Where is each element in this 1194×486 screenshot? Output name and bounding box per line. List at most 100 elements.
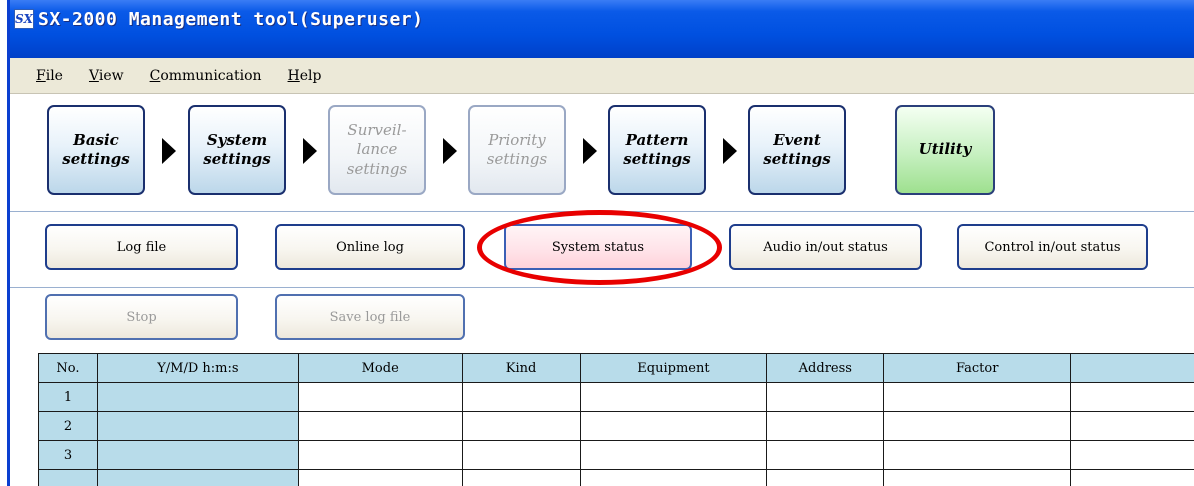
column-header-extra[interactable]: [1070, 353, 1194, 383]
cell-extra: [1070, 469, 1194, 486]
control-status-button[interactable]: Control in/out status: [957, 224, 1148, 270]
cell-address: [766, 411, 885, 441]
arrow-right-icon: [303, 138, 317, 164]
cell-factor: [883, 411, 1072, 441]
arrow-right-icon: [583, 138, 597, 164]
step-pattern-line2: settings: [623, 150, 691, 168]
step-basic-line2: settings: [62, 150, 130, 168]
cell-address: [766, 440, 885, 470]
title-bar[interactable]: SX SX-2000 Management tool(Superuser): [10, 0, 1194, 58]
step-priority-line1: Priority: [488, 130, 546, 149]
step-pattern-settings[interactable]: Pattern settings: [608, 105, 706, 195]
workflow-steps: Basic settings System settings Surveil-lan…: [10, 95, 1194, 212]
step-basic-line1: Basic: [73, 130, 119, 149]
app-logo-icon: SX: [14, 9, 34, 29]
step-utility[interactable]: Utility: [895, 105, 995, 195]
cell-factor: [883, 440, 1072, 470]
utility-button-row: Log file Online log System status Audio …: [10, 212, 1194, 288]
column-header-kind[interactable]: Kind: [461, 353, 581, 383]
save-log-file-button[interactable]: Save log file: [275, 294, 465, 340]
cell-extra: [1070, 411, 1194, 441]
step-event-line1: Event: [773, 130, 821, 149]
step-pattern-line1: Pattern: [625, 130, 689, 149]
step-basic-settings[interactable]: Basic settings: [47, 105, 145, 195]
column-header-factor[interactable]: Factor: [883, 353, 1072, 383]
cell-equipment: [579, 411, 768, 441]
column-header-address[interactable]: Address: [766, 353, 885, 383]
step-event-settings[interactable]: Event settings: [748, 105, 846, 195]
row-number: [38, 469, 98, 486]
log-control-row: Stop Save log file: [10, 289, 1194, 353]
column-header-equipment[interactable]: Equipment: [579, 353, 768, 383]
row-number: 3: [38, 440, 98, 470]
cell-extra: [1070, 382, 1194, 412]
cell-mode: [297, 440, 463, 470]
menu-communication-mnemonic: C: [149, 67, 161, 84]
cell-mode: [297, 411, 463, 441]
arrow-right-icon: [443, 138, 457, 164]
menu-view-mnemonic: V: [88, 67, 99, 84]
cell-factor: [883, 469, 1072, 486]
menu-view-label: iew: [98, 67, 124, 84]
menu-communication-label: ommunication: [160, 67, 262, 84]
cell-equipment: [579, 469, 768, 486]
step-surveillance-settings[interactable]: Surveil-lance settings: [328, 105, 426, 195]
table-row[interactable]: 3: [38, 440, 1194, 470]
audio-status-button[interactable]: Audio in/out status: [729, 224, 922, 270]
arrow-right-icon: [723, 138, 737, 164]
cell-mode: [297, 469, 463, 486]
step-priority-line2: settings: [486, 150, 548, 168]
cell-kind: [461, 440, 581, 470]
cell-equipment: [579, 382, 768, 412]
menu-file-mnemonic: F: [36, 67, 46, 84]
step-surveillance-line2: lance: [356, 140, 398, 159]
step-utility-line1: Utility: [918, 140, 972, 159]
row-number: 1: [38, 382, 98, 412]
window-title: SX-2000 Management tool(Superuser): [38, 8, 424, 30]
menu-view[interactable]: View: [89, 68, 124, 84]
step-system-settings[interactable]: System settings: [188, 105, 286, 195]
menu-bar: File View Communication Help: [10, 58, 1194, 94]
log-file-button[interactable]: Log file: [45, 224, 238, 270]
cell-kind: [461, 469, 581, 486]
cell-address: [766, 382, 885, 412]
app-window: SX SX-2000 Management tool(Superuser) Fi…: [7, 0, 1194, 486]
menu-file-label: ile: [45, 67, 63, 84]
step-system-line1: System: [206, 130, 268, 149]
menu-help-mnemonic: H: [287, 67, 300, 84]
cell-factor: [883, 382, 1072, 412]
row-number: 2: [38, 411, 98, 441]
table-row[interactable]: 2: [38, 411, 1194, 441]
step-surveillance-line1: Surveil-: [347, 120, 407, 139]
cell-kind: [461, 411, 581, 441]
menu-communication[interactable]: Communication: [150, 68, 262, 84]
cell-address: [766, 469, 885, 486]
menu-file[interactable]: File: [36, 68, 63, 84]
cell-datetime: [96, 411, 299, 441]
stop-button[interactable]: Stop: [45, 294, 238, 340]
menu-help[interactable]: Help: [288, 68, 322, 84]
step-priority-settings[interactable]: Priority settings: [468, 105, 566, 195]
step-surveillance-line3: settings: [346, 159, 408, 178]
cell-datetime: [96, 382, 299, 412]
menu-help-label: elp: [299, 67, 322, 84]
step-system-line2: settings: [203, 150, 271, 168]
column-header-mode[interactable]: Mode: [297, 353, 463, 383]
table-row[interactable]: 1: [38, 382, 1194, 412]
log-table: No. Y/M/D h:m:s Mode Kind Equipment Addr…: [38, 353, 1194, 486]
log-table-container[interactable]: No. Y/M/D h:m:s Mode Kind Equipment Addr…: [38, 353, 1194, 486]
cell-mode: [297, 382, 463, 412]
arrow-right-icon: [162, 138, 176, 164]
online-log-button[interactable]: Online log: [275, 224, 465, 270]
column-header-no[interactable]: No.: [38, 353, 98, 383]
step-event-line2: settings: [763, 150, 831, 168]
table-row[interactable]: [38, 469, 1194, 486]
cell-kind: [461, 382, 581, 412]
cell-datetime: [96, 469, 299, 486]
cell-extra: [1070, 440, 1194, 470]
table-header-row: No. Y/M/D h:m:s Mode Kind Equipment Addr…: [38, 353, 1194, 383]
column-header-datetime[interactable]: Y/M/D h:m:s: [96, 353, 299, 383]
cell-equipment: [579, 440, 768, 470]
cell-datetime: [96, 440, 299, 470]
system-status-button[interactable]: System status: [504, 224, 692, 270]
